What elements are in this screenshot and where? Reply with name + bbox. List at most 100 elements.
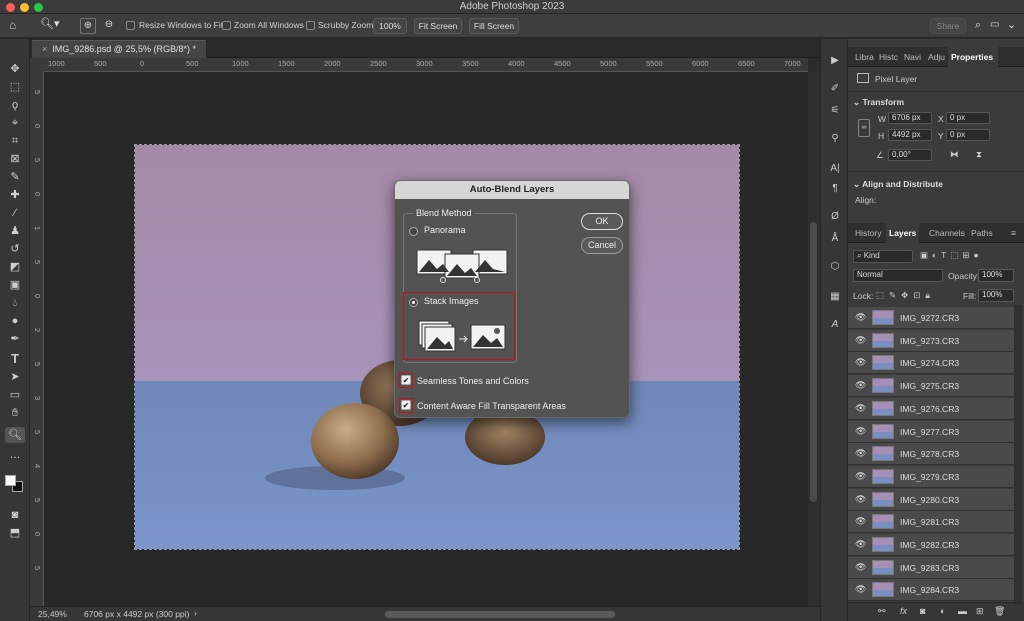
brush-settings-icon[interactable]: ✐: [827, 83, 843, 97]
content-aware-fill-checkbox[interactable]: ✔: [401, 400, 411, 410]
y-field[interactable]: 0 px: [946, 129, 990, 141]
more-tools-icon[interactable]: …: [5, 447, 25, 463]
clone-source-icon[interactable]: ⚲: [827, 133, 843, 147]
glyphs-icon[interactable]: Ø: [827, 211, 843, 225]
zoom-tool-preset-button[interactable]: 🔍︎▾: [40, 17, 66, 35]
eye-icon[interactable]: 👁︎: [855, 357, 866, 368]
stack-images-radio[interactable]: [409, 298, 418, 307]
cancel-button[interactable]: Cancel: [581, 237, 623, 254]
frame-tool-icon[interactable]: ⊠: [5, 151, 25, 167]
rectangle-tool-icon[interactable]: ▭: [5, 387, 25, 403]
link-layers-icon[interactable]: ⚯: [878, 606, 886, 617]
layer-row[interactable]: 👁︎ IMG_9272.CR3: [848, 307, 1014, 329]
glyph-panel-icon[interactable]: A: [827, 319, 843, 333]
layer-row[interactable]: 👁︎ IMG_9279.CR3: [848, 465, 1014, 488]
fill-screen-button[interactable]: Fill Screen: [469, 18, 519, 34]
transform-section-title[interactable]: ⌄ Transform: [853, 97, 904, 108]
zoom-all-windows-checkbox[interactable]: [222, 21, 231, 30]
clone-stamp-tool-icon[interactable]: ♟: [5, 223, 25, 239]
3d-icon[interactable]: ⬡: [827, 261, 843, 275]
zoom-out-icon[interactable]: ⊖: [101, 18, 117, 34]
eye-icon[interactable]: 👁︎: [855, 584, 866, 595]
tab-navigator[interactable]: Navi: [901, 47, 924, 67]
seamless-tones-checkbox[interactable]: ✔: [401, 375, 411, 385]
lock-icons[interactable]: ⬚✎✥⊡🔒︎: [876, 290, 935, 301]
tab-layers[interactable]: Layers: [886, 223, 920, 243]
eye-icon[interactable]: 👁︎: [855, 335, 866, 346]
home-icon[interactable]: ⌂: [9, 18, 27, 34]
eye-icon[interactable]: 👁︎: [855, 539, 866, 550]
layer-row[interactable]: 👁︎ IMG_9278.CR3: [848, 443, 1014, 466]
layer-style-icon[interactable]: fx: [900, 606, 907, 616]
dodge-tool-icon[interactable]: ●: [5, 313, 25, 329]
eye-icon[interactable]: 👁︎: [855, 516, 866, 527]
flip-horizontal-icon[interactable]: ⧓: [950, 149, 959, 160]
screen-mode-icon[interactable]: ⬒: [5, 525, 25, 541]
brush-tool-icon[interactable]: ⁄: [5, 205, 25, 221]
eye-icon[interactable]: 👁︎: [855, 403, 866, 414]
scroll-thumb[interactable]: [810, 222, 817, 502]
crop-tool-icon[interactable]: ⌗: [5, 133, 25, 149]
lasso-tool-icon[interactable]: ϙ: [5, 97, 25, 113]
character-icon[interactable]: A|: [827, 163, 843, 177]
layer-mask-icon[interactable]: ◙: [920, 606, 925, 616]
quick-mask-icon[interactable]: ◙: [5, 507, 25, 523]
tab-channels[interactable]: Channels: [926, 223, 968, 243]
status-menu-arrow[interactable]: ›: [194, 608, 197, 618]
tab-paths[interactable]: Paths: [968, 223, 996, 243]
gradient-tool-icon[interactable]: ▣: [5, 277, 25, 293]
vertical-ruler[interactable]: 5 0 5 0 1 5 0 2 5 3 5 4 5 0 5: [30, 72, 44, 606]
tab-properties[interactable]: Properties: [948, 47, 998, 67]
timeline-icon[interactable]: ▦: [827, 291, 843, 305]
height-field[interactable]: 4492 px: [888, 129, 932, 141]
layer-row[interactable]: 👁︎ IMG_9275.CR3: [848, 375, 1014, 398]
new-group-icon[interactable]: ▬: [958, 606, 967, 616]
adjustment-layer-icon[interactable]: ◐: [940, 606, 945, 616]
flip-vertical-icon[interactable]: ⧗: [976, 149, 982, 160]
play-icon[interactable]: ▶: [827, 55, 843, 69]
new-layer-icon[interactable]: ⊞: [976, 606, 984, 617]
foreground-color-swatch[interactable]: [5, 475, 16, 486]
workspace-icon[interactable]: ▭: [990, 19, 999, 30]
search-icon[interactable]: ⌕: [975, 19, 981, 32]
layer-row[interactable]: 👁︎ IMG_9283.CR3: [848, 556, 1014, 579]
eraser-tool-icon[interactable]: ◩: [5, 259, 25, 275]
pen-tool-icon[interactable]: ✒: [5, 331, 25, 347]
blur-tool-icon[interactable]: 💧︎: [5, 295, 25, 311]
type-tool-icon[interactable]: T: [5, 351, 25, 367]
document-tab[interactable]: × IMG_9286.psd @ 25,5% (RGB/8*) *: [32, 40, 206, 58]
width-field[interactable]: 6706 px: [888, 112, 932, 124]
workspace-chevron-icon[interactable]: ⌄: [1007, 18, 1016, 31]
layer-row[interactable]: 👁︎ IMG_9282.CR3: [848, 534, 1014, 556]
tab-libraries[interactable]: Libra: [852, 47, 877, 67]
layer-row[interactable]: 👁︎ IMG_9281.CR3: [848, 511, 1014, 534]
horizontal-scroll-thumb[interactable]: [385, 611, 615, 618]
horizontal-ruler[interactable]: 1000 500 0 500 1000 1500 2000 2500 3000 3500 4000 4…: [44, 58, 847, 72]
move-tool-icon[interactable]: ✥: [5, 61, 25, 77]
eye-icon[interactable]: 👁︎: [855, 562, 866, 573]
share-button[interactable]: Share: [930, 18, 966, 34]
object-selection-tool-icon[interactable]: ⌖: [5, 115, 25, 131]
canvas-vertical-scrollbar[interactable]: [808, 72, 820, 606]
ok-button[interactable]: OK: [581, 213, 623, 230]
resize-windows-checkbox[interactable]: [126, 21, 135, 30]
layer-filter-icons[interactable]: ▣◐T⬚⊞●: [920, 250, 983, 261]
character-styles-icon[interactable]: Å: [827, 233, 843, 247]
zoom-tool-icon[interactable]: 🔍︎: [5, 427, 25, 443]
hand-tool-icon[interactable]: ✋︎: [5, 405, 25, 421]
layer-row[interactable]: 👁︎ IMG_9284.CR3: [848, 579, 1014, 602]
link-icon[interactable]: ∞: [858, 119, 870, 137]
tab-history[interactable]: History: [852, 223, 884, 243]
blend-mode-select[interactable]: Normal: [853, 269, 943, 282]
fit-screen-button[interactable]: Fit Screen: [414, 18, 462, 34]
layer-row[interactable]: 👁︎ IMG_9274.CR3: [848, 352, 1014, 375]
eye-icon[interactable]: 👁︎: [855, 448, 866, 459]
path-selection-tool-icon[interactable]: ➤: [5, 369, 25, 385]
eye-icon[interactable]: 👁︎: [855, 312, 866, 323]
panel-menu-icon[interactable]: ≡: [1008, 223, 1019, 243]
tab-adjustments[interactable]: Adju: [925, 47, 948, 67]
history-brush-tool-icon[interactable]: ↺: [5, 241, 25, 257]
angle-field[interactable]: 0,00°: [888, 149, 932, 161]
layer-row[interactable]: 👁︎ IMG_9277.CR3: [848, 420, 1014, 443]
layer-row[interactable]: 👁︎ IMG_9276.CR3: [848, 397, 1014, 420]
